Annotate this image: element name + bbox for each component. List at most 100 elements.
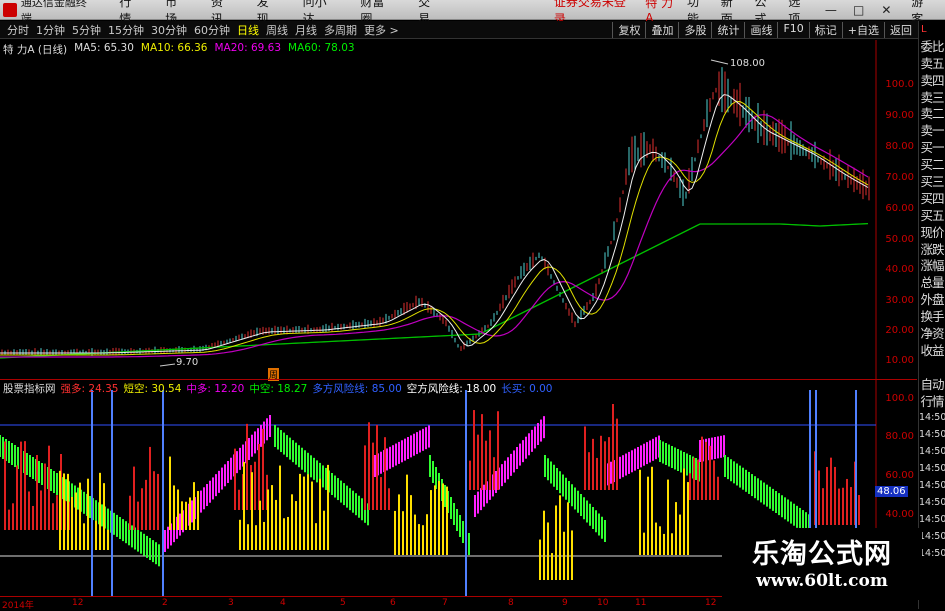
ind-duofang: 多方风险线: 85.00	[312, 383, 402, 395]
indicator-title[interactable]: 股票指标网	[3, 381, 56, 396]
ind-changmai: 长买: 0.00	[501, 383, 553, 395]
price-tick: 70.00	[885, 172, 914, 183]
side-panel-item[interactable]: 现价	[919, 224, 945, 241]
current-indicator-value: 48.06	[875, 486, 908, 497]
side-panel-item[interactable]: 涨跌	[919, 241, 945, 258]
side-panel-item[interactable]: 买四	[919, 190, 945, 207]
date-tick: 9	[562, 598, 568, 608]
side-panel-item[interactable]: 总量	[919, 274, 945, 291]
period-60min[interactable]: 60分钟	[194, 22, 230, 38]
side-panel-item[interactable]: 委比	[919, 38, 945, 55]
side-panel-item[interactable]	[919, 359, 945, 376]
ma5-label: MA5: 65.30	[74, 42, 134, 54]
date-tick: 10	[597, 598, 609, 608]
price-tick: 60.00	[885, 203, 914, 214]
side-panel-item[interactable]: 买一	[919, 139, 945, 156]
btn-fuquan[interactable]: 复权	[612, 21, 645, 38]
watermark-url: www.60lt.com	[756, 571, 888, 591]
ind-duankong: 短空: 30.54	[123, 383, 182, 395]
price-tick: 30.00	[885, 295, 914, 306]
side-panel-item[interactable]: 14:50	[919, 409, 945, 426]
date-tick: 2	[162, 598, 168, 608]
period-fenshi[interactable]: 分时	[7, 22, 29, 38]
side-panel-item[interactable]: 卖五	[919, 55, 945, 72]
price-tick: 90.00	[885, 110, 914, 121]
side-panel-item[interactable]: 买三	[919, 173, 945, 190]
date-tick: 4	[280, 598, 286, 608]
side-panel-item[interactable]: 买五	[919, 207, 945, 224]
btn-biaoji[interactable]: 标记	[808, 21, 842, 38]
price-tick: 20.00	[885, 325, 914, 336]
date-tick: 5	[340, 598, 346, 608]
side-panel-item[interactable]: L	[919, 21, 945, 38]
side-panel-item[interactable]: 卖一	[919, 122, 945, 139]
maximize-icon[interactable]: □	[850, 3, 868, 17]
side-panel-item[interactable]: 涨幅	[919, 257, 945, 274]
watermark: 乐淘公式网 www.60lt.com	[722, 528, 922, 600]
side-panel-item[interactable]: 净资	[919, 325, 945, 342]
btn-diejia[interactable]: 叠加	[645, 21, 678, 38]
date-tick: 7	[442, 598, 448, 608]
period-multi[interactable]: 多周期	[324, 22, 357, 38]
btn-fanhui[interactable]: 返回	[884, 21, 917, 38]
period-more[interactable]: 更多 >	[364, 22, 399, 38]
toolbar-right: 复权 叠加 多股 统计 画线 F10 标记 +自选 返回	[612, 21, 917, 38]
period-15min[interactable]: 15分钟	[108, 22, 144, 38]
side-panel-item[interactable]: 换手	[919, 308, 945, 325]
side-panel-item[interactable]: 14:50	[919, 426, 945, 443]
ma10-label: MA10: 66.36	[140, 42, 208, 54]
main-chart-title: 特 力A (日线) MA5: 65.30 MA10: 66.36 MA20: 6…	[3, 42, 355, 57]
date-tick: 8	[508, 598, 514, 608]
period-30min[interactable]: 30分钟	[151, 22, 187, 38]
ma60-label: MA60: 78.03	[288, 42, 355, 54]
ind-zhongkong: 中空: 18.27	[249, 383, 308, 395]
close-icon[interactable]: ✕	[878, 3, 896, 17]
ind-tick: 40.00	[885, 509, 914, 520]
side-panel-item[interactable]: 卖三	[919, 89, 945, 106]
period-daily[interactable]: 日线	[237, 22, 259, 38]
btn-huaxian[interactable]: 画线	[744, 21, 777, 38]
side-panel-item[interactable]: 自动	[919, 376, 945, 393]
minimize-icon[interactable]: —	[822, 3, 840, 17]
ind-qiangduo: 强多: 24.35	[60, 383, 119, 395]
date-tick: 12	[72, 598, 84, 608]
side-panel-item[interactable]: 14:50	[919, 545, 945, 562]
btn-f10[interactable]: F10	[777, 21, 808, 38]
side-panel-item[interactable]: 买二	[919, 156, 945, 173]
period-1min[interactable]: 1分钟	[36, 22, 65, 38]
period-monthly[interactable]: 月线	[295, 22, 317, 38]
price-tick: 40.00	[885, 264, 914, 275]
ma20-label: MA20: 69.63	[214, 42, 282, 54]
btn-tongji[interactable]: 统计	[711, 21, 744, 38]
side-panel-item[interactable]: 卖四	[919, 72, 945, 89]
period-5min[interactable]: 5分钟	[72, 22, 101, 38]
price-tick: 100.0	[885, 79, 914, 90]
date-tick: 6	[390, 598, 396, 608]
side-panel-item[interactable]: 卖二	[919, 105, 945, 122]
ind-tick: 80.00	[885, 431, 914, 442]
ind-tick: 60.00	[885, 470, 914, 481]
period-bar: 分时 1分钟 5分钟 15分钟 30分钟 60分钟 日线 周线 月线 多周期 更…	[0, 21, 945, 39]
side-panel-item[interactable]: 14:50	[919, 460, 945, 477]
side-panel-item[interactable]: 行情	[919, 393, 945, 410]
period-weekly[interactable]: 周线	[266, 22, 288, 38]
side-panel-item[interactable]: 收益	[919, 342, 945, 359]
chart-title: 特 力A (日线)	[3, 44, 68, 56]
side-panel-item[interactable]: 14:50	[919, 443, 945, 460]
quote-side-panel: L 委比 卖五 卖四 卖三 卖二 卖一 买一 买二 买三 买四 买五 现价 涨跌 涨幅 总量 外盘 换手 净资 收益自…	[918, 21, 945, 609]
side-panel-item[interactable]: 14:50	[919, 511, 945, 528]
indicator-header: 股票指标网 强多: 24.35 短空: 30.54 中多: 12.20 中空: …	[3, 381, 553, 396]
side-panel-item[interactable]: 14:50	[919, 528, 945, 545]
btn-duogu[interactable]: 多股	[678, 21, 711, 38]
date-tick: 11	[635, 598, 647, 608]
side-panel-item[interactable]: 14:50	[919, 477, 945, 494]
ind-kongfang: 空方风险线: 18.00	[406, 383, 497, 395]
price-tick: 10.00	[885, 355, 914, 366]
side-panel-item[interactable]: 外盘	[919, 291, 945, 308]
low-price-label: 9.70	[176, 357, 199, 368]
app-logo-icon	[3, 2, 17, 17]
high-price-label: 108.00	[730, 58, 765, 69]
side-panel-item[interactable]: 14:50	[919, 494, 945, 511]
price-chart[interactable]	[0, 40, 917, 380]
btn-zixuan[interactable]: +自选	[841, 21, 884, 38]
